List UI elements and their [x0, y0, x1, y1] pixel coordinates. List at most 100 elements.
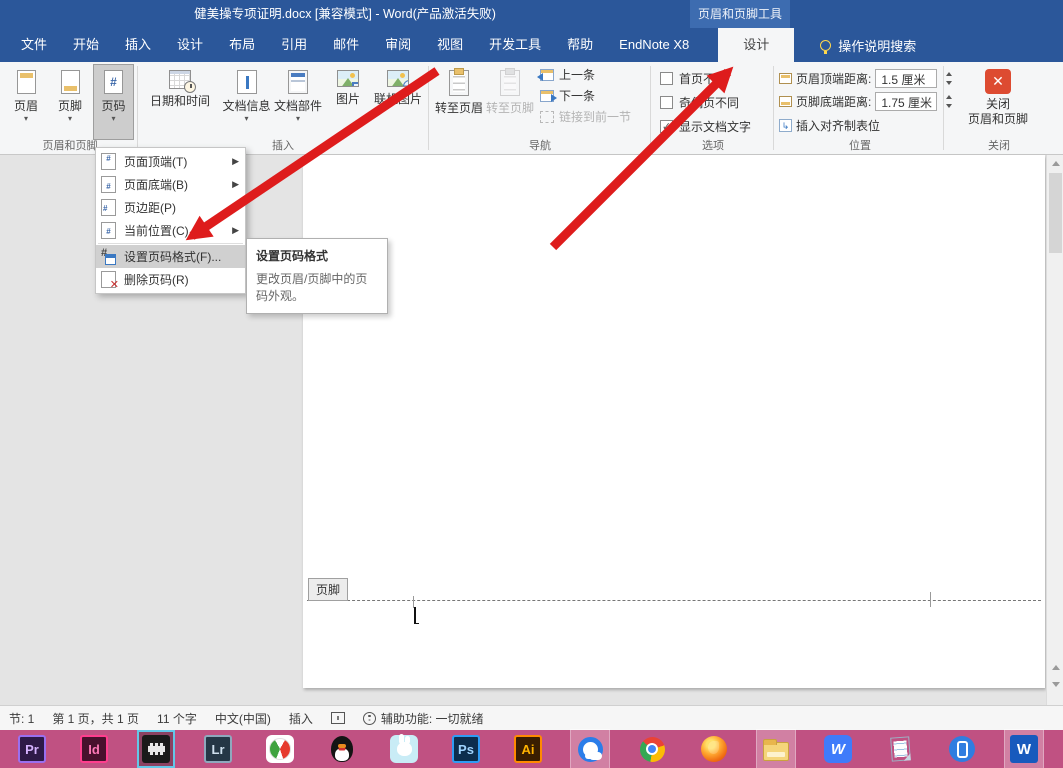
dropdown-caret-icon: ▾ [68, 116, 72, 122]
footer-distance-input[interactable]: 1.75 厘米 [875, 92, 937, 111]
tab-layout[interactable]: 布局 [216, 28, 268, 62]
checkbox-icon [660, 72, 673, 85]
tab-references[interactable]: 引用 [268, 28, 320, 62]
document-info-button[interactable]: 文档信息 ▾ [222, 64, 271, 140]
taskbar-qq[interactable] [323, 730, 361, 768]
menu-item-format-page-numbers[interactable]: 设置页码格式(F)... [96, 245, 245, 268]
different-odd-even-checkbox[interactable]: 奇偶页不同 [660, 94, 751, 111]
previous-page-button[interactable] [1048, 660, 1063, 675]
alignment-tab-icon: ↳ [779, 119, 792, 132]
accessibility-icon [363, 712, 376, 725]
status-accessibility[interactable]: 辅助功能: 一切就绪 [381, 710, 484, 727]
previous-button[interactable]: 上一条 [540, 66, 631, 83]
taskbar-qq-browser[interactable] [571, 730, 609, 768]
status-word-count[interactable]: 11 个字 [157, 710, 197, 727]
status-section[interactable]: 节: 1 [9, 710, 34, 727]
header-distance-input[interactable]: 1.5 厘米 [875, 69, 937, 88]
taskbar-adobe-premiere[interactable]: Pr [13, 730, 51, 768]
current-position-icon: # [101, 222, 116, 239]
tab-view[interactable]: 视图 [424, 28, 476, 62]
tab-help[interactable]: 帮助 [554, 28, 606, 62]
taskbar-video-player[interactable] [137, 730, 175, 768]
photoshop-icon: Ps [452, 735, 480, 763]
footer-from-bottom-row: 页脚底端距离: 1.75 厘米 [779, 92, 955, 111]
scrollbar-thumb[interactable] [1049, 173, 1062, 253]
goto-header-button[interactable]: 转至页眉 [434, 64, 484, 140]
taskbar-adobe-indesign[interactable]: Id [75, 730, 113, 768]
show-document-text-checkbox[interactable]: ✓ 显示文档文字 [660, 118, 751, 135]
status-language[interactable]: 中文(中国) [215, 710, 271, 727]
document-info-icon [237, 70, 257, 94]
taskbar-adobe-photoshop[interactable]: Ps [447, 730, 485, 768]
date-time-button[interactable]: 日期和时间 [139, 64, 221, 140]
qq-browser-icon [578, 737, 603, 762]
indesign-icon: Id [80, 735, 108, 763]
ribbon: 页眉 ▾ 页脚 ▾ # 页码 ▾ 页眉和页脚 日期和时间 [0, 62, 1063, 155]
taskbar-pinwheel-app[interactable] [261, 730, 299, 768]
taskbar-firefox[interactable] [695, 730, 733, 768]
different-first-page-checkbox[interactable]: 首页不同 [660, 70, 751, 87]
footer-button[interactable]: 页脚 ▾ [50, 64, 90, 140]
dropdown-caret-icon: ▾ [244, 116, 248, 122]
group-label-options: 选项 [654, 137, 772, 153]
title-bar: 健美操专项证明.docx [兼容模式] - Word(产品激活失败) 页眉和页脚… [0, 0, 1063, 28]
format-page-numbers-tooltip: 设置页码格式 更改页眉/页脚中的页码外观。 [246, 238, 388, 314]
vertical-scrollbar[interactable] [1046, 155, 1063, 705]
footer-tag: 页脚 [308, 578, 348, 601]
taskbar-notepad[interactable] [881, 730, 919, 768]
taskbar-file-explorer[interactable] [757, 730, 795, 768]
page-number-button[interactable]: # 页码 ▾ [93, 64, 134, 140]
menu-item-bottom-of-page[interactable]: # 页面底端(B) ▶ [96, 173, 245, 196]
tab-endnote[interactable]: EndNote X8 [606, 28, 702, 62]
taskbar-word[interactable]: W [1005, 730, 1043, 768]
firefox-icon [701, 736, 727, 762]
submenu-arrow-icon: ▶ [232, 202, 239, 213]
chrome-icon [640, 737, 665, 762]
tab-review[interactable]: 审阅 [372, 28, 424, 62]
taskbar-wps-office[interactable]: W [819, 730, 857, 768]
macro-record-icon[interactable] [331, 712, 345, 724]
close-header-footer-button[interactable]: ✕ 关闭 页眉和页脚 [959, 65, 1037, 139]
next-button[interactable]: 下一条 [540, 87, 631, 104]
insert-alignment-tab-button[interactable]: ↳ 插入对齐制表位 [779, 117, 880, 134]
window-title: 健美操专项证明.docx [兼容模式] - Word(产品激活失败) [0, 0, 690, 28]
dropdown-caret-icon: ▾ [111, 116, 115, 122]
tell-me-search[interactable]: 操作说明搜索 [820, 28, 916, 62]
taskbar-chrome[interactable] [633, 730, 671, 768]
next-page-button[interactable] [1048, 677, 1063, 692]
tab-file[interactable]: 文件 [8, 28, 60, 62]
tab-developer[interactable]: 开发工具 [476, 28, 554, 62]
previous-icon [540, 69, 554, 81]
menu-item-current-position[interactable]: # 当前位置(C) ▶ [96, 219, 245, 242]
quick-parts-button[interactable]: 文档部件 ▾ [272, 64, 324, 140]
tab-headerfooter-design[interactable]: 设计 [718, 28, 794, 62]
tab-mailings[interactable]: 邮件 [320, 28, 372, 62]
ribbon-tab-row: 文件 开始 插入 设计 布局 引用 邮件 审阅 视图 开发工具 帮助 EndNo… [0, 28, 1063, 62]
tab-design[interactable]: 设计 [164, 28, 216, 62]
taskbar-adobe-lightroom[interactable]: Lr [199, 730, 237, 768]
submenu-arrow-icon: ▶ [232, 156, 239, 167]
taskbar-rabbit-app[interactable] [385, 730, 423, 768]
menu-item-remove-page-numbers[interactable]: ✕ 删除页码(R) [96, 268, 245, 291]
menu-item-page-margins[interactable]: # 页边距(P) ▶ [96, 196, 245, 219]
group-separator [428, 66, 429, 150]
taskbar-adobe-illustrator[interactable]: Ai [509, 730, 547, 768]
right-indent-mark [930, 592, 931, 607]
menu-item-top-of-page[interactable]: # 页面顶端(T) ▶ [96, 150, 245, 173]
tab-insert[interactable]: 插入 [112, 28, 164, 62]
header-button[interactable]: 页眉 ▾ [6, 64, 46, 140]
status-insert-mode[interactable]: 插入 [289, 710, 313, 727]
status-page-count[interactable]: 第 1 页，共 1 页 [52, 710, 139, 727]
lightbulb-icon [820, 40, 831, 51]
online-pictures-button[interactable]: 联机图片 [370, 64, 426, 140]
film-strip-icon [142, 735, 170, 763]
scroll-up-button[interactable] [1048, 156, 1063, 171]
group-options: 首页不同 奇偶页不同 ✓ 显示文档文字 选项 [654, 62, 772, 154]
tab-home[interactable]: 开始 [60, 28, 112, 62]
taskbar-phone[interactable] [943, 730, 981, 768]
notepad-icon [890, 736, 911, 761]
pictures-button[interactable]: 图片 [326, 64, 370, 140]
header-distance-icon [779, 73, 792, 84]
group-separator [137, 66, 138, 150]
document-page[interactable]: 页脚 [303, 155, 1045, 688]
